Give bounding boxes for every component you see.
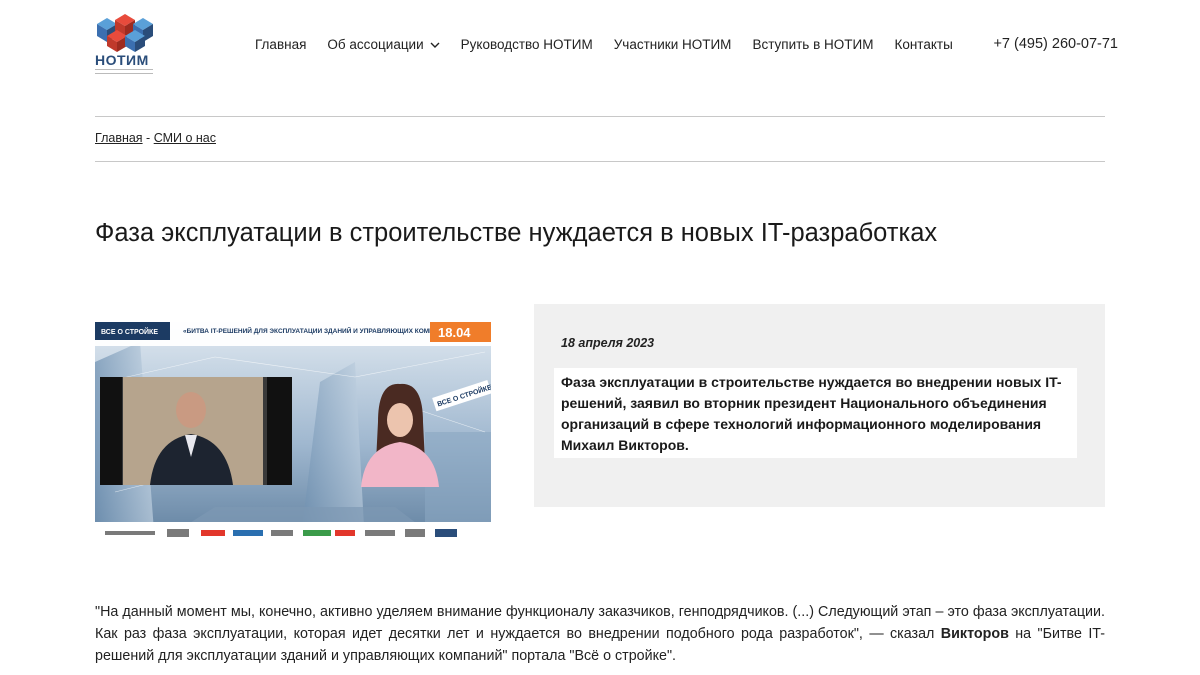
phone-link[interactable]: +7 (495) 260-07-71 — [993, 36, 1118, 52]
breadcrumb-separator: - — [142, 131, 154, 145]
nav-item-join[interactable]: Вступить в НОТИМ — [752, 37, 873, 52]
nav-item-label: Руководство НОТИМ — [460, 37, 593, 52]
article-body: "На данный момент мы, конечно, активно у… — [95, 601, 1105, 667]
article-body-bold-name: Викторов — [940, 626, 1009, 642]
nav-item-label: Главная — [255, 37, 307, 52]
logo-text[interactable]: НОТИМ — [95, 52, 149, 68]
breadcrumb: Главная - СМИ о нас — [95, 131, 216, 145]
breadcrumb-home-link[interactable]: Главная — [95, 131, 143, 145]
nav-item-label: Участники НОТИМ — [613, 37, 732, 52]
main-nav: Главная Об ассоциации Руководство НОТИМ … — [255, 37, 974, 52]
nav-item-contacts[interactable]: Контакты — [894, 37, 952, 52]
breadcrumb-current-link[interactable]: СМИ о нас — [154, 131, 216, 145]
nav-item-leadership[interactable]: Руководство НОТИМ — [461, 37, 593, 52]
nav-item-members[interactable]: Участники НОТИМ — [614, 37, 732, 52]
image-caption-text: «БИТВА IT-РЕШЕНИЙ ДЛЯ ЭКСПЛУАТАЦИИ ЗДАНИ… — [183, 326, 457, 335]
logo-underline — [95, 69, 153, 74]
nav-item-home[interactable]: Главная — [255, 37, 306, 52]
article-photo: ВСЕ О СТРОЙКЕ «БИТВА IT-РЕШЕНИЙ ДЛЯ ЭКСП… — [95, 322, 491, 545]
article-date: 18 апреля 2023 — [561, 336, 655, 350]
image-date-badge: 18.04 — [438, 325, 471, 340]
chevron-down-icon — [430, 42, 440, 48]
header-divider — [95, 116, 1105, 117]
article-lead: Фаза эксплуатации в строительстве нуждае… — [554, 368, 1077, 458]
image-brand-text: ВСЕ О СТРОЙКЕ — [101, 327, 158, 336]
nav-item-label: Об ассоциации — [327, 37, 424, 52]
page-title: Фаза эксплуатации в строительстве нуждае… — [95, 219, 938, 247]
nav-item-label: Контакты — [894, 37, 953, 52]
nav-item-label: Вступить в НОТИМ — [752, 37, 874, 52]
nav-item-about[interactable]: Об ассоциации — [327, 37, 440, 52]
breadcrumb-divider — [95, 161, 1105, 162]
